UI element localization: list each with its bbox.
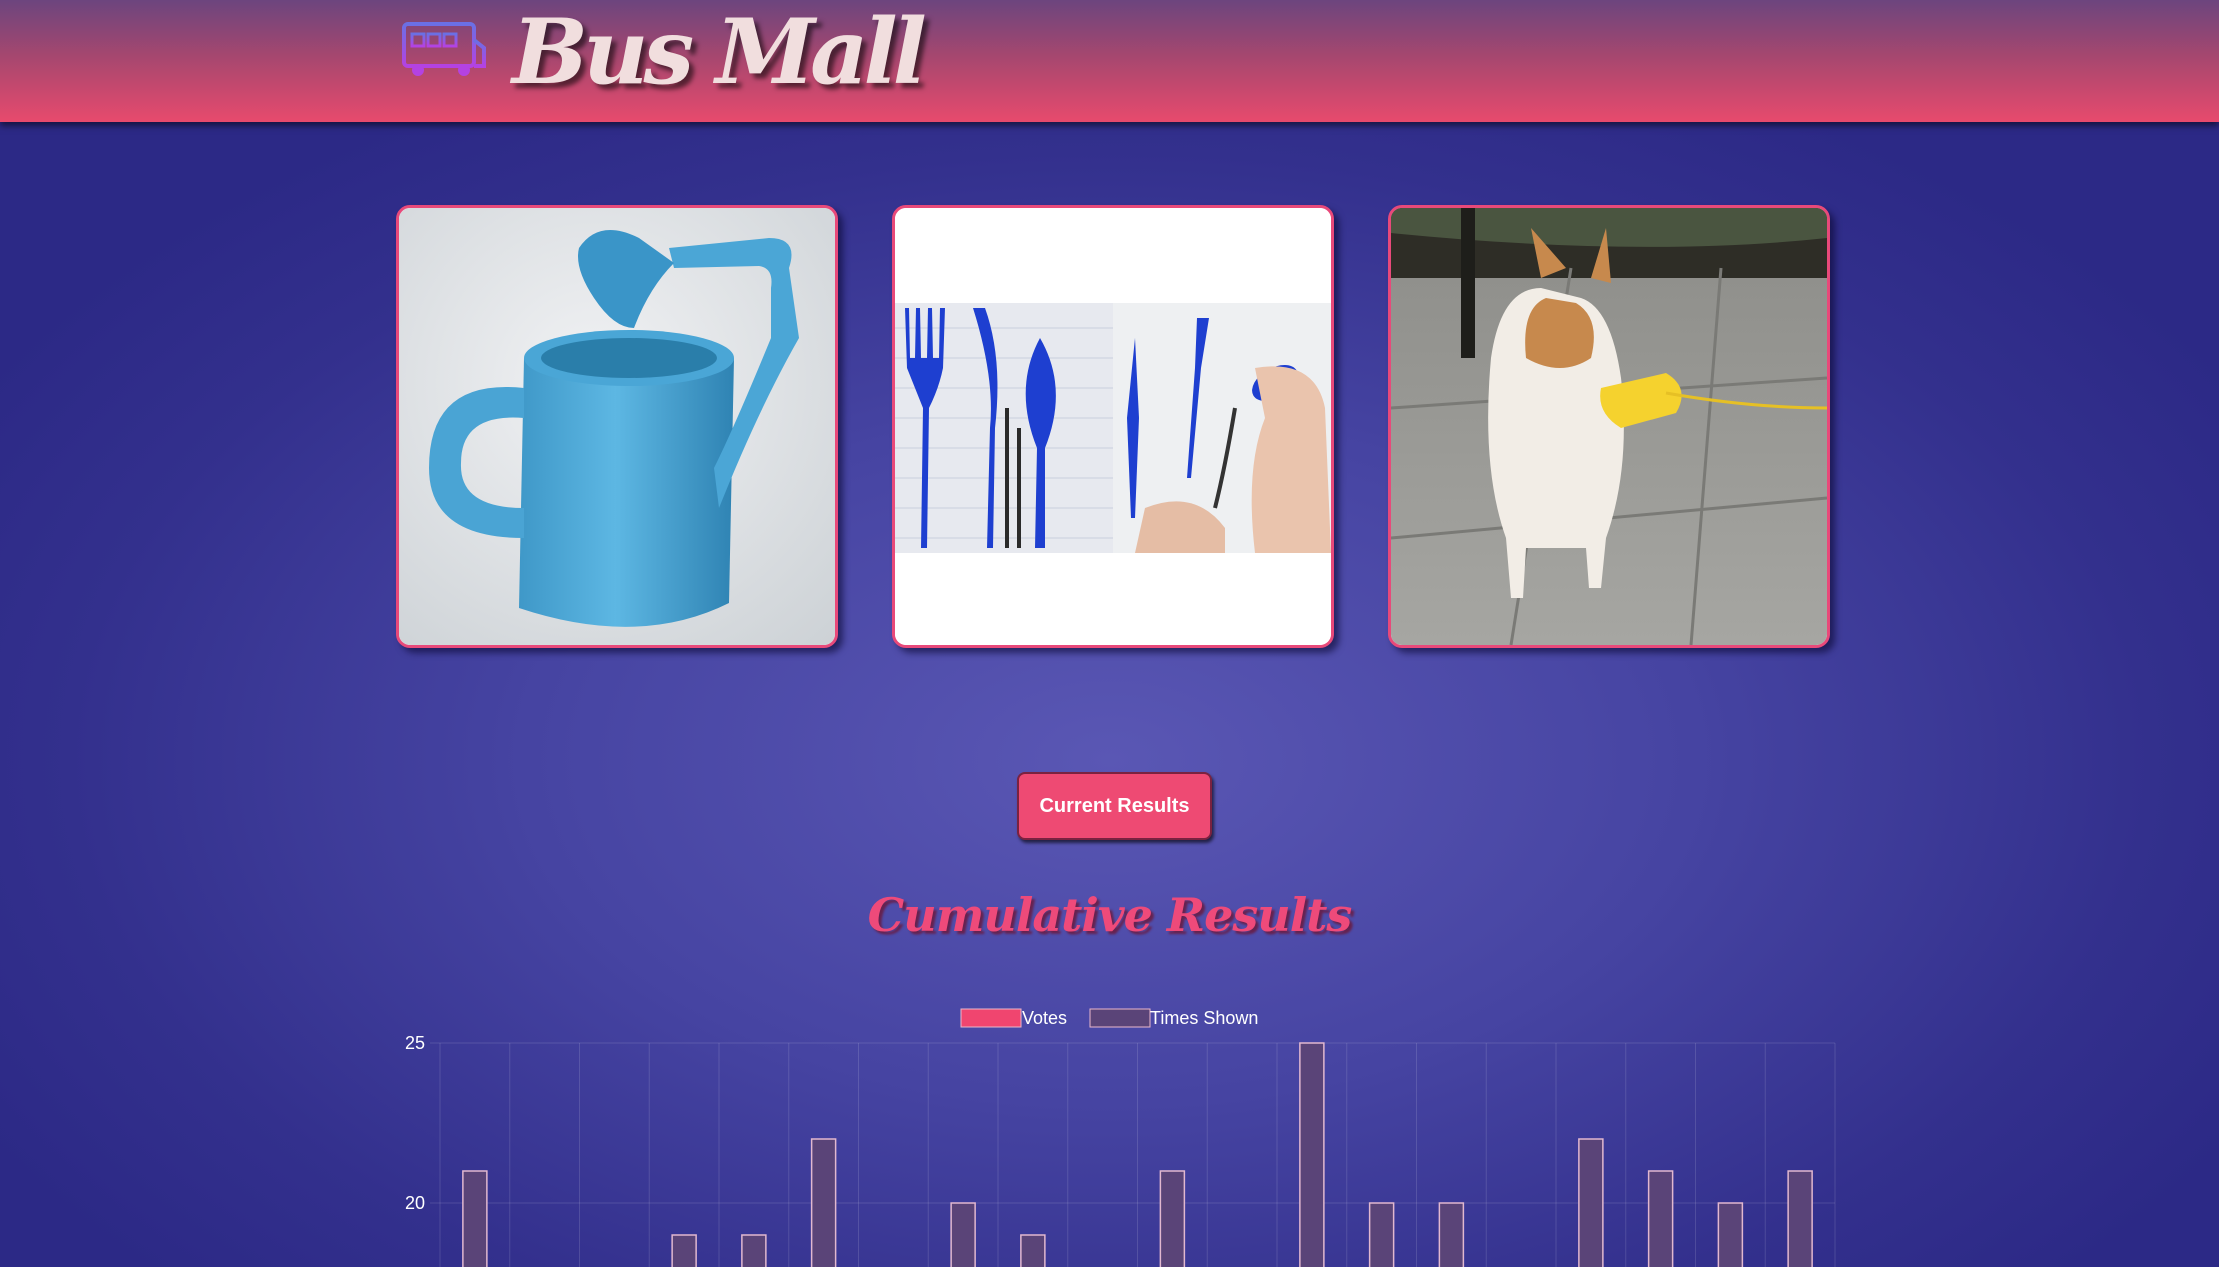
bar-times-shown — [1647, 1170, 1674, 1267]
results-title: Cumulative Results — [867, 888, 1353, 942]
chart-legend: Votes Times Shown — [960, 1008, 1258, 1028]
bar-times-shown — [1020, 1234, 1046, 1267]
bar-times-shown — [1578, 1138, 1604, 1267]
product-image-pen-utensils[interactable] — [892, 205, 1334, 648]
legend-label: Votes — [1022, 1008, 1067, 1028]
watering-can-image — [399, 208, 835, 645]
bus-icon — [402, 22, 486, 76]
dog-duck-muzzle-image — [1391, 208, 1827, 645]
y-tick-label: 25 — [405, 1033, 425, 1053]
bar-times-shown — [1438, 1202, 1465, 1267]
bar-times-shown — [1299, 1042, 1325, 1267]
y-tick-label: 20 — [405, 1193, 425, 1213]
chart-grid — [430, 1042, 1836, 1267]
current-results-button[interactable]: Current Results — [1017, 772, 1212, 840]
results-chart: Votes Times Shown 25 20 — [405, 1008, 1836, 1267]
site-title: Bus Mall — [512, 0, 927, 105]
legend-swatch-1 — [1089, 1008, 1151, 1028]
legend-swatch-0 — [960, 1008, 1022, 1028]
product-image-dog-duck[interactable] — [1388, 205, 1830, 648]
chart-y-axis: 25 20 — [405, 1033, 425, 1213]
bar-times-shown — [741, 1234, 767, 1267]
bar-times-shown — [1717, 1202, 1744, 1267]
header: Bus Mall — [0, 0, 2219, 122]
bar-times-shown — [1787, 1170, 1813, 1267]
bar-times-shown — [950, 1202, 976, 1267]
pen-utensils-image — [895, 208, 1331, 645]
legend-label: Times Shown — [1150, 1008, 1258, 1028]
bar-times-shown — [671, 1234, 697, 1267]
bar-times-shown — [1368, 1202, 1395, 1267]
bar-times-shown — [810, 1138, 837, 1267]
bar-times-shown — [1159, 1170, 1186, 1267]
bar-times-shown — [462, 1170, 488, 1267]
product-image-watering-can[interactable] — [396, 205, 838, 648]
